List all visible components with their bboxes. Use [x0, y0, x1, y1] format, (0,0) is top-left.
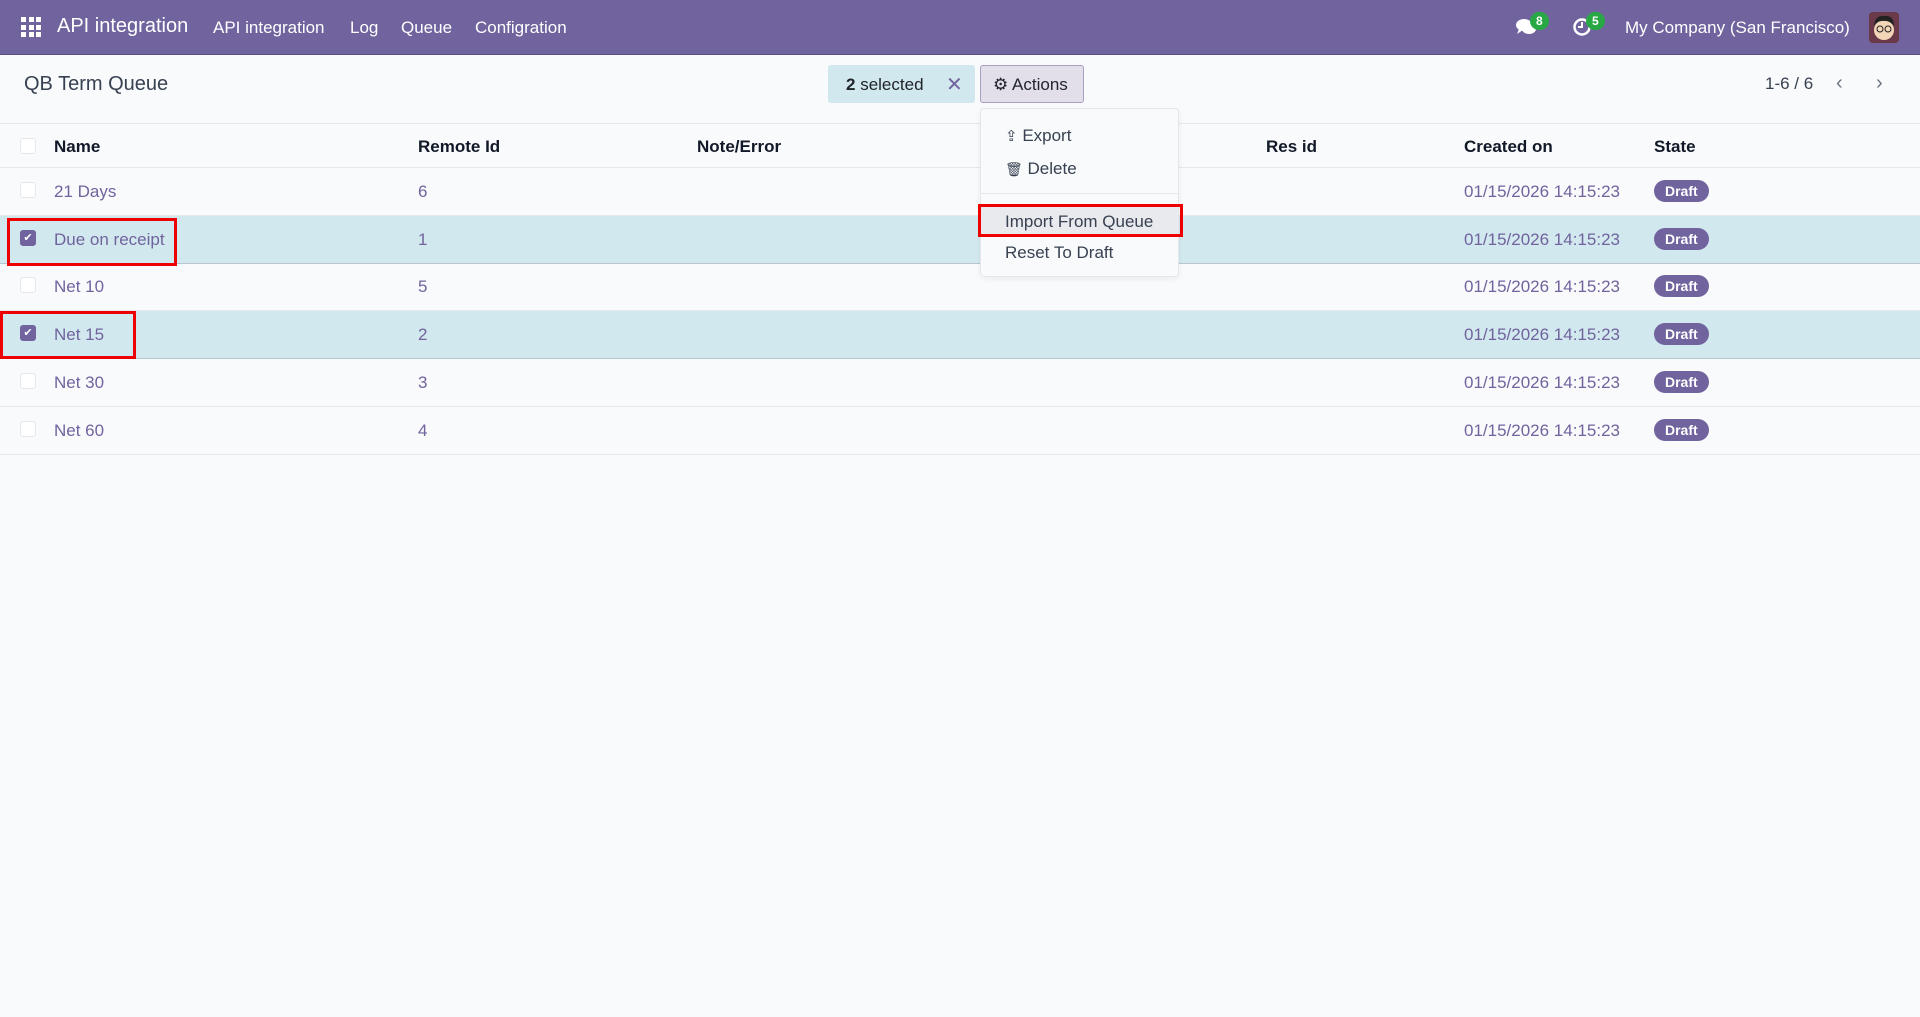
trash-icon: 🗑	[1005, 161, 1023, 177]
state-badge: Draft	[1654, 323, 1709, 346]
page-title: QB Term Queue	[24, 73, 169, 95]
user-avatar[interactable]	[1869, 12, 1899, 43]
column-res-id[interactable]: Res id	[1266, 137, 1317, 157]
cell-remote-id: 3	[418, 372, 428, 392]
cell-remote-id: 2	[418, 325, 428, 345]
cell-remote-id: 5	[418, 277, 428, 297]
select-all-checkbox[interactable]	[20, 138, 36, 154]
menu-queue[interactable]: Queue	[401, 18, 452, 38]
activities-count-badge: 5	[1586, 12, 1605, 30]
state-badge: Draft	[1654, 275, 1709, 298]
selected-count: 2	[846, 75, 856, 94]
state-badge: Draft	[1654, 227, 1709, 250]
menu-item-delete[interactable]: 🗑 Delete	[981, 154, 1178, 184]
table-row[interactable]: ✔ Net 15 2 01/15/2026 14:15:23 Draft	[0, 311, 1920, 360]
table-row[interactable]: Net 60 4 01/15/2026 14:15:23 Draft	[0, 407, 1920, 455]
activities-button[interactable]: 5	[1572, 12, 1605, 42]
company-switcher[interactable]: My Company (San Francisco)	[1625, 18, 1850, 38]
row-checkbox[interactable]	[20, 182, 36, 198]
export-label: Export	[1022, 126, 1072, 145]
state-badge: Draft	[1654, 180, 1709, 202]
column-state[interactable]: State	[1654, 137, 1696, 157]
messages-count-badge: 8	[1530, 12, 1549, 30]
cell-created-on: 01/15/2026 14:15:23	[1464, 182, 1620, 201]
actions-label: Actions	[1012, 75, 1068, 94]
menu-api-integration[interactable]: API integration	[213, 18, 325, 38]
top-navbar: API integration API integration Log Queu…	[0, 0, 1920, 55]
delete-label: Delete	[1027, 159, 1077, 178]
gear-icon: ⚙	[993, 75, 1009, 94]
cell-created-on: 01/15/2026 14:15:23	[1464, 325, 1620, 345]
clear-selection-icon[interactable]: ✕	[946, 72, 963, 97]
table-header: Name Remote Id Note/Error Res id Created…	[0, 123, 1920, 168]
highlight-net-15	[0, 311, 136, 359]
cell-created-on: 01/15/2026 14:15:23	[1464, 229, 1620, 249]
cell-name[interactable]: Net 10	[54, 277, 104, 297]
actions-dropdown: ⇪ Export 🗑 Delete Import From Queue Rese…	[980, 108, 1179, 277]
menu-configuration[interactable]: Configration	[475, 18, 567, 38]
cell-remote-id: 1	[418, 229, 428, 249]
cell-name[interactable]: 21 Days	[54, 182, 116, 202]
actions-button[interactable]: ⚙ Actions	[980, 65, 1084, 103]
row-checkbox[interactable]	[20, 277, 36, 294]
selection-indicator: 2 selected ✕	[828, 65, 975, 103]
menu-log[interactable]: Log	[350, 18, 378, 38]
cell-remote-id: 6	[418, 182, 428, 201]
table-row[interactable]: 21 Days 6 01/15/2026 14:15:23 Draft	[0, 168, 1920, 216]
menu-item-reset-to-draft[interactable]: Reset To Draft	[981, 238, 1178, 268]
row-checkbox[interactable]	[20, 420, 36, 437]
menu-item-export[interactable]: ⇪ Export	[981, 121, 1178, 151]
row-checkbox[interactable]	[20, 372, 36, 389]
table-row[interactable]: Net 30 3 01/15/2026 14:15:23 Draft	[0, 359, 1920, 407]
column-name[interactable]: Name	[54, 137, 100, 157]
selected-label: selected	[860, 75, 924, 94]
highlight-due-on-receipt	[7, 218, 177, 266]
state-badge: Draft	[1654, 418, 1709, 441]
table-row[interactable]: ✔ Due on receipt 1 01/15/2026 14:15:23 D…	[0, 215, 1920, 264]
pager-previous-icon[interactable]: ‹	[1836, 72, 1843, 95]
pager-value[interactable]: 1-6 / 6	[1765, 74, 1813, 94]
column-created-on[interactable]: Created on	[1464, 137, 1553, 157]
cell-name[interactable]: Net 30	[54, 373, 104, 393]
cell-created-on: 01/15/2026 14:15:23	[1464, 420, 1620, 440]
cell-name[interactable]: Net 60	[54, 421, 104, 441]
menu-divider	[981, 193, 1178, 194]
messages-button[interactable]: 8	[1515, 12, 1549, 42]
column-remote-id[interactable]: Remote Id	[418, 137, 500, 157]
cell-created-on: 01/15/2026 14:15:23	[1464, 372, 1620, 392]
state-badge: Draft	[1654, 370, 1709, 393]
cell-remote-id: 4	[418, 420, 428, 440]
pager-next-icon[interactable]: ›	[1876, 72, 1883, 95]
column-note-error[interactable]: Note/Error	[697, 137, 781, 157]
cell-created-on: 01/15/2026 14:15:23	[1464, 277, 1620, 297]
app-grid-icon[interactable]	[21, 17, 41, 37]
table-row[interactable]: Net 10 5 01/15/2026 14:15:23 Draft	[0, 263, 1920, 312]
export-icon: ⇪	[1005, 128, 1018, 145]
app-title[interactable]: API integration	[57, 15, 188, 38]
highlight-import-from-queue	[978, 204, 1183, 237]
